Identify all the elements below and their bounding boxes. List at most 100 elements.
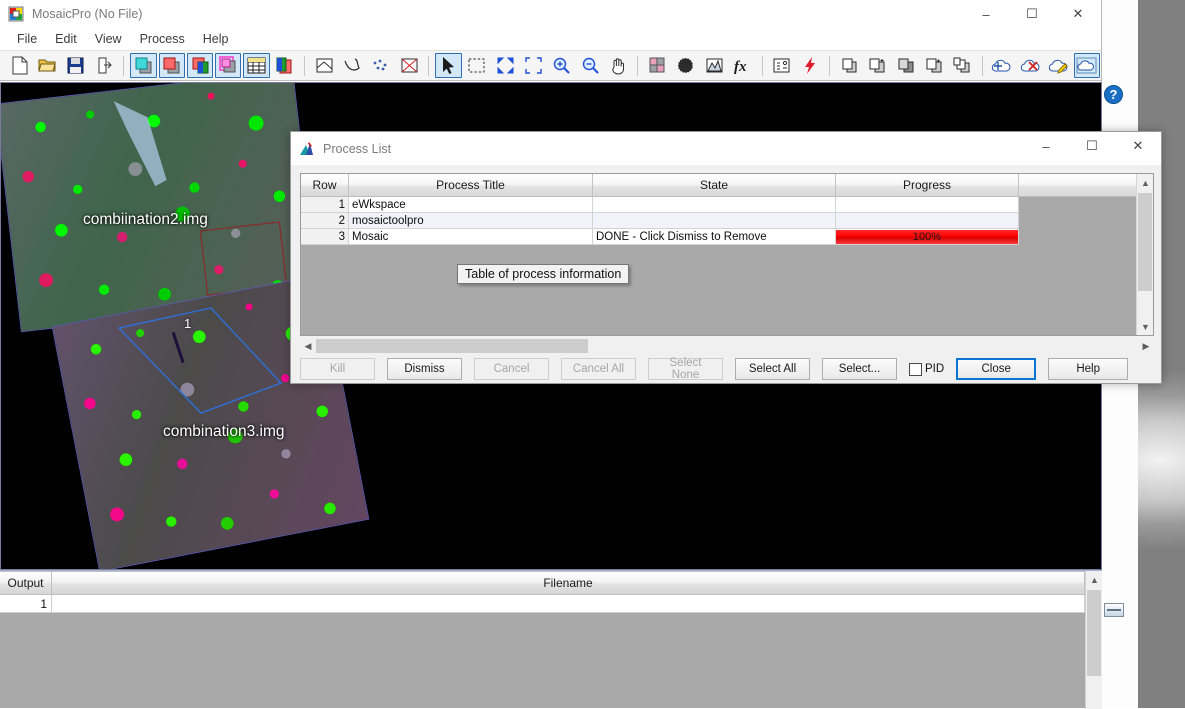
sphere-icon[interactable] <box>673 53 699 78</box>
maximize-button[interactable]: ☐ <box>1009 0 1055 28</box>
add-seamline-icon[interactable] <box>989 53 1015 78</box>
mosaicpro-app-icon <box>8 6 24 22</box>
display-add-images-icon[interactable] <box>130 53 156 78</box>
cell-row-index: 2 <box>301 213 349 229</box>
edit-seamline-icon[interactable] <box>1045 53 1071 78</box>
zoom-out-icon[interactable] <box>577 53 603 78</box>
menu-edit[interactable]: Edit <box>46 30 86 48</box>
cell-state <box>593 213 836 229</box>
function-fx-icon[interactable]: fx <box>729 53 755 78</box>
dismiss-button[interactable]: Dismiss <box>387 358 462 380</box>
dialog-close-button[interactable]: ✕ <box>1115 132 1161 160</box>
toolbar-separator <box>428 56 429 76</box>
hscroll-thumb[interactable] <box>316 339 588 353</box>
process-list-icon <box>299 141 315 157</box>
help-badge-icon[interactable]: ? <box>1104 85 1123 104</box>
table-vertical-scrollbar[interactable]: ▲ ▼ <box>1136 174 1153 335</box>
column-header-state[interactable]: State <box>593 174 836 197</box>
freehand-icon[interactable] <box>339 53 365 78</box>
help-button[interactable]: Help <box>1048 358 1128 380</box>
scroll-up-icon[interactable]: ▲ <box>1137 174 1154 191</box>
histogram-icon[interactable] <box>701 53 727 78</box>
set-overlap-function-icon[interactable] <box>159 53 185 78</box>
output-row-filename[interactable] <box>52 595 1085 613</box>
color-balance-icon[interactable] <box>644 53 670 78</box>
process-table-row[interactable]: 3 Mosaic DONE - Click Dismiss to Remove … <box>301 229 1153 245</box>
menu-view[interactable]: View <box>86 30 131 48</box>
copy-icon[interactable] <box>836 53 862 78</box>
dialog-minimize-button[interactable]: – <box>1023 132 1069 160</box>
run-mosaic-icon[interactable] <box>272 53 298 78</box>
scroll-down-icon[interactable]: ▼ <box>1137 318 1154 335</box>
cell-progress <box>836 197 1019 213</box>
cell-process-title: Mosaic <box>349 229 593 245</box>
save-file-icon[interactable] <box>63 53 89 78</box>
copy-multi-icon[interactable] <box>950 53 976 78</box>
scroll-up-icon[interactable]: ▲ <box>1086 571 1103 588</box>
side-panel-tab[interactable] <box>1104 603 1124 617</box>
pan-hand-icon[interactable] <box>605 53 631 78</box>
cell-process-title: mosaictoolpro <box>349 213 593 229</box>
cell-progress <box>836 213 1019 229</box>
scroll-thumb[interactable] <box>1138 193 1152 291</box>
select-all-button[interactable]: Select All <box>735 358 810 380</box>
process-table-row[interactable]: 1 eWkspace <box>301 197 1153 213</box>
scroll-right-icon[interactable]: ▶ <box>1138 338 1154 354</box>
process-table[interactable]: Row Process Title State Progress 1 eWksp… <box>300 173 1154 336</box>
column-header-progress[interactable]: Progress <box>836 174 1019 197</box>
menu-file[interactable]: File <box>8 30 46 48</box>
menu-process[interactable]: Process <box>131 30 194 48</box>
zoom-in-icon[interactable] <box>549 53 575 78</box>
pid-checkbox[interactable]: PID <box>909 363 944 376</box>
minimize-button[interactable]: – <box>963 0 1009 28</box>
new-file-icon[interactable] <box>6 53 32 78</box>
output-vertical-scrollbar[interactable]: ▲ <box>1085 571 1102 709</box>
table-horizontal-scrollbar[interactable]: ◀ ▶ <box>300 338 1154 354</box>
toolbar-separator <box>637 56 638 76</box>
cell-row-index: 3 <box>301 229 349 245</box>
menu-help[interactable]: Help <box>194 30 238 48</box>
cancel-all-button[interactable]: Cancel All <box>561 358 636 380</box>
zoom-extent-icon[interactable] <box>520 53 546 78</box>
polygon-icon[interactable] <box>311 53 337 78</box>
marquee-select-icon[interactable] <box>464 53 490 78</box>
menu-bar: File Edit View Process Help <box>0 28 1101 50</box>
output-header-output[interactable]: Output <box>0 571 52 595</box>
scroll-thumb[interactable] <box>1087 590 1101 676</box>
cancel-button[interactable]: Cancel <box>474 358 549 380</box>
points-icon[interactable] <box>368 53 394 78</box>
output-header-filename[interactable]: Filename <box>52 571 1085 595</box>
hscroll-track[interactable] <box>316 338 1138 354</box>
title-bar: MosaicPro (No File) – ☐ ✕ <box>0 0 1101 28</box>
select-button[interactable]: Select... <box>822 358 897 380</box>
kill-button[interactable]: Kill <box>300 358 375 380</box>
show-table-icon[interactable] <box>243 53 269 78</box>
set-output-areas-icon[interactable] <box>215 53 241 78</box>
toolbar-separator <box>982 56 983 76</box>
select-arrow-icon[interactable] <box>435 53 461 78</box>
column-header-process-title[interactable]: Process Title <box>349 174 593 197</box>
color-corrections-icon[interactable] <box>187 53 213 78</box>
pid-checkbox-box[interactable] <box>909 363 922 376</box>
show-seamline-icon[interactable] <box>1074 53 1100 78</box>
select-none-button[interactable]: Select None <box>648 358 723 380</box>
cell-state <box>593 197 836 213</box>
copy-edit-icon[interactable] <box>921 53 947 78</box>
close-button[interactable]: Close <box>956 358 1036 380</box>
copy-fill-icon[interactable] <box>893 53 919 78</box>
scroll-left-icon[interactable]: ◀ <box>300 338 316 354</box>
fit-window-icon[interactable] <box>492 53 518 78</box>
close-button[interactable]: ✕ <box>1055 0 1101 28</box>
properties-icon[interactable] <box>769 53 795 78</box>
export-icon[interactable] <box>91 53 117 78</box>
open-file-icon[interactable] <box>34 53 60 78</box>
toolbar-separator <box>123 56 124 76</box>
delete-seamline-icon[interactable] <box>1017 53 1043 78</box>
run-lightning-icon[interactable] <box>797 53 823 78</box>
output-table-row[interactable]: 1 <box>0 595 1102 613</box>
dialog-maximize-button[interactable]: ☐ <box>1069 132 1115 160</box>
process-table-row[interactable]: 2 mosaictoolpro <box>301 213 1153 229</box>
crossed-area-icon[interactable] <box>396 53 422 78</box>
column-header-row[interactable]: Row <box>301 174 349 197</box>
copy-add-icon[interactable] <box>865 53 891 78</box>
